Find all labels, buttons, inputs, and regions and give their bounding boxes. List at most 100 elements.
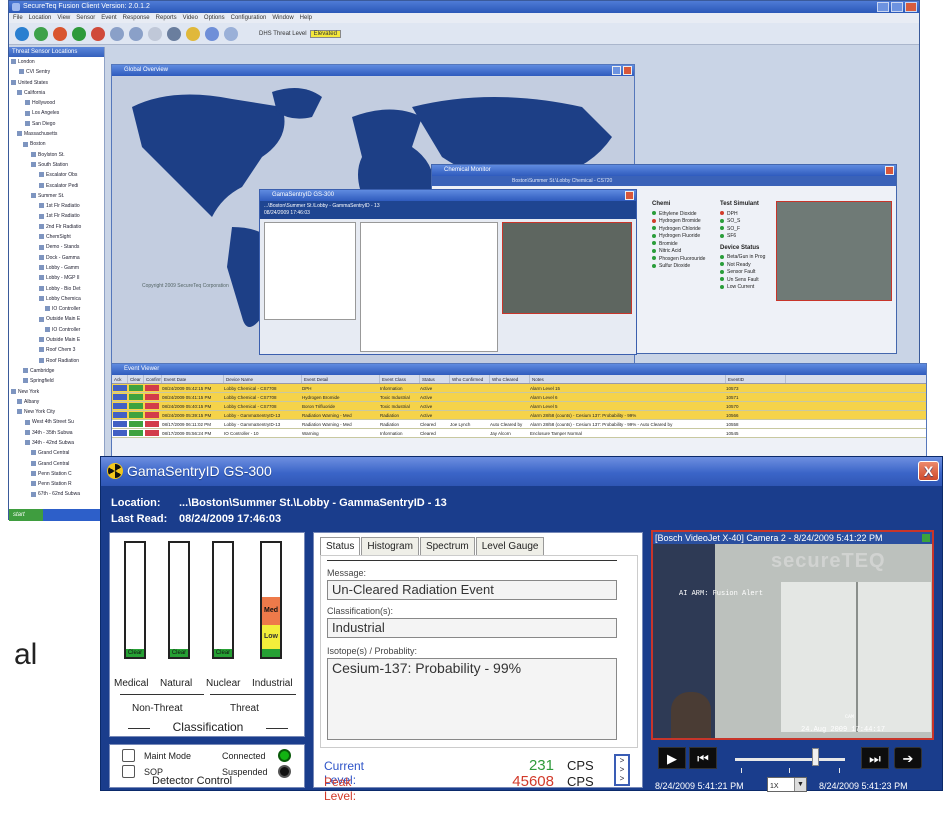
menu-video[interactable]: Video [183,13,198,23]
col-notes[interactable]: Notes [530,375,726,383]
tab-spectrum[interactable]: Spectrum [419,537,475,555]
close-button[interactable] [885,166,894,175]
tree-item[interactable]: 1st Flr Radiatio [9,211,104,221]
col-ack[interactable]: Ack [112,375,128,383]
col-who-confirmed[interactable]: Who Confirmed [450,375,490,383]
video-slider-track[interactable] [735,758,845,761]
col-status[interactable]: Status [420,375,450,383]
tree-item[interactable]: Outside Main E [9,314,104,324]
chemical-camera-feed[interactable] [776,201,892,301]
tree-item[interactable]: United States [9,78,104,88]
menu-window[interactable]: Window [272,13,293,23]
tree-item[interactable]: Grand Central [9,459,104,469]
tree-item[interactable]: New York [9,387,104,397]
ack-button[interactable] [113,403,127,409]
ack-button[interactable] [113,421,127,427]
tree-item[interactable]: Roof Chem 3 [9,345,104,355]
tree-item[interactable]: IO Controller [9,325,104,335]
menu-location[interactable]: Location [29,13,52,23]
tree-item[interactable]: San Diego [9,119,104,129]
tree-item[interactable]: Grand Central [9,448,104,458]
speed-select[interactable]: 1X ▼ [767,777,807,792]
col-device-name[interactable]: Device Name [224,375,302,383]
menu-view[interactable]: View [57,13,70,23]
tree-item[interactable]: Dock - Gamma [9,253,104,263]
event-row[interactable]: 08/17/2009 06:11:02 PM Lobby - GammaSentr… [112,420,926,429]
event-row[interactable]: 08/24/2009 05:42:15 PM Lobby Chemical - C… [112,384,926,393]
tree-item[interactable]: Boylston St. [9,150,104,160]
minimize-button[interactable] [877,2,889,12]
rewind-button[interactable]: ⏮ [689,747,717,769]
confirm-button[interactable] [145,385,159,391]
menu-reports[interactable]: Reports [156,13,177,23]
tree-item[interactable]: IO Controller [9,304,104,314]
menu-configuration[interactable]: Configuration [231,13,267,23]
refresh-icon[interactable] [34,26,48,41]
help-icon[interactable] [224,26,238,41]
close-button[interactable] [905,2,917,12]
menu-event[interactable]: Event [101,13,116,23]
tree-item[interactable]: Albany [9,397,104,407]
play-button[interactable]: ▶ [658,747,686,769]
tree-item[interactable]: New York City [9,407,104,417]
close-button[interactable]: X [918,461,939,481]
tree-item[interactable]: Boston [9,139,104,149]
tree-item[interactable]: Roof Radiation [9,356,104,366]
camera-feed[interactable]: [Bosch VideoJet X-40] Camera 2 - 8/24/20… [651,530,934,740]
tab-histogram[interactable]: Histogram [361,537,419,555]
person-icon[interactable] [148,26,162,41]
tree-item[interactable]: ChemSight [9,232,104,242]
tree-item[interactable]: Escalator Pedi [9,181,104,191]
video-slider-thumb[interactable] [812,748,819,766]
tree-item[interactable]: Escalator Obs [9,170,104,180]
key-icon[interactable] [186,26,200,41]
col-event-date[interactable]: Event Date [162,375,224,383]
confirm-button[interactable] [145,403,159,409]
tree-item[interactable]: Massachusetts [9,129,104,139]
maximize-button[interactable] [612,66,621,75]
tree-item[interactable]: Los Angeles [9,108,104,118]
tree-item[interactable]: 1st Flr Radiatio [9,201,104,211]
ack-button[interactable] [113,430,127,436]
tree-item[interactable]: 67th - 62nd Subwa [9,489,104,499]
alarm-icon[interactable] [53,26,67,41]
menu-help[interactable]: Help [300,13,312,23]
tree-item[interactable]: Lobby Chemica [9,294,104,304]
clear-button[interactable] [129,403,143,409]
tree-item[interactable]: CVI Sentry [9,67,104,77]
event-row[interactable]: 08/17/2009 05:56:24 PM IO Controller - 10… [112,429,926,438]
menu-options[interactable]: Options [204,13,225,23]
confirm-button[interactable] [145,430,159,436]
tree-item[interactable]: Springfield [9,376,104,386]
maximize-button[interactable] [891,2,903,12]
menu-response[interactable]: Response [123,13,150,23]
warning-icon[interactable] [91,26,105,41]
tree-item[interactable]: Penn Station C [9,469,104,479]
tree-item[interactable]: West 4th Street Su [9,417,104,427]
tree-item[interactable]: 34th - 35th Subwa [9,428,104,438]
tree-item[interactable]: Hollywood [9,98,104,108]
tree-item[interactable]: Demo - Stands [9,242,104,252]
col-who-cleared[interactable]: Who Cleared [490,375,530,383]
tree-item[interactable]: South Station [9,160,104,170]
fast-forward-button[interactable]: ⏭ [861,747,889,769]
tree-item[interactable]: Penn Station R [9,479,104,489]
tree-item[interactable]: Lobby - MGP II [9,273,104,283]
chevron-down-icon[interactable]: ▼ [794,778,806,791]
tab-level-gauge[interactable]: Level Gauge [475,537,545,555]
confirm-button[interactable] [145,394,159,400]
camera-icon[interactable] [110,26,124,41]
user-icon[interactable] [167,26,181,41]
col-event-class[interactable]: Event Class [380,375,420,383]
sop-checkbox[interactable] [122,765,135,778]
tree-item[interactable]: California [9,88,104,98]
event-row[interactable]: 08/24/2009 05:40:15 PM Lobby Chemical - C… [112,402,926,411]
close-button[interactable] [623,66,632,75]
clear-button[interactable] [129,412,143,418]
menu-sensor[interactable]: Sensor [76,13,95,23]
ack-button[interactable] [113,412,127,418]
menu-file[interactable]: File [13,13,23,23]
tree-item[interactable]: Lobby - Gamm [9,263,104,273]
settings-icon[interactable] [205,26,219,41]
clear-button[interactable] [129,385,143,391]
